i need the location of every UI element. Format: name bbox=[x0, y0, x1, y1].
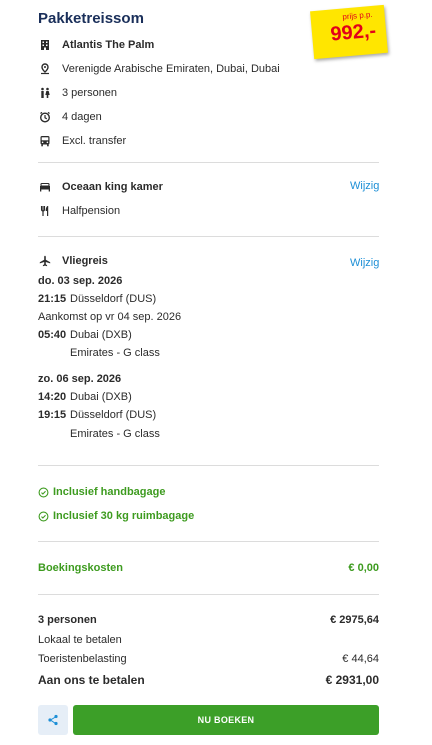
room-row: Oceaan king kamer bbox=[38, 178, 163, 196]
check-circle-icon bbox=[38, 487, 49, 498]
flight-heading: Vliegreis bbox=[62, 255, 108, 267]
check-circle-icon bbox=[38, 511, 49, 522]
return-date: zo. 06 sep. 2026 bbox=[38, 373, 122, 385]
persons-icon bbox=[38, 87, 52, 99]
outbound-dep-time: 21:15 bbox=[38, 293, 67, 305]
change-room-link[interactable]: Wijzig bbox=[350, 180, 379, 192]
outbound-arr-time: 05:40 bbox=[38, 329, 67, 341]
return-dep-time: 14:20 bbox=[38, 391, 67, 403]
divider bbox=[38, 236, 379, 237]
building-icon bbox=[38, 39, 52, 51]
return-dep-place: Dubai (DXB) bbox=[70, 391, 132, 403]
duration-text: 4 dagen bbox=[62, 111, 102, 123]
hand-baggage-text: Inclusief handbagage bbox=[53, 486, 166, 498]
hotel-row: Atlantis The Palm bbox=[38, 36, 154, 54]
divider bbox=[38, 541, 379, 542]
transfer-row: Excl. transfer bbox=[38, 132, 126, 150]
bus-icon bbox=[38, 135, 52, 147]
bed-icon bbox=[38, 181, 52, 193]
return-arr-time: 19:15 bbox=[38, 409, 67, 421]
return-arr-place: Düsseldorf (DUS) bbox=[70, 409, 157, 421]
price-amount: 992,- bbox=[329, 19, 377, 46]
airplane-icon bbox=[38, 255, 52, 267]
summary-persons-label: 3 personen bbox=[38, 614, 97, 626]
divider bbox=[38, 594, 379, 595]
divider bbox=[38, 465, 379, 466]
share-button[interactable] bbox=[38, 705, 68, 735]
book-now-button[interactable]: NU BOEKEN bbox=[73, 705, 379, 735]
outbound-dep-place: Düsseldorf (DUS) bbox=[70, 293, 157, 305]
price-sticker: prijs p.p. 992,- bbox=[310, 4, 388, 60]
tourist-tax-label: Toeristenbelasting bbox=[38, 653, 127, 665]
hold-baggage-row: Inclusief 30 kg ruimbagage bbox=[38, 510, 194, 522]
board-row: Halfpension bbox=[38, 202, 120, 220]
tourist-tax-value: € 44,64 bbox=[342, 653, 379, 665]
hold-baggage-text: Inclusief 30 kg ruimbagage bbox=[53, 510, 195, 522]
transfer-text: Excl. transfer bbox=[62, 135, 127, 147]
local-payment-label: Lokaal te betalen bbox=[38, 634, 122, 646]
outbound-arrival-note: Aankomst op vr 04 sep. 2026 bbox=[38, 311, 182, 323]
return-carrier: Emirates - G class bbox=[70, 428, 160, 440]
clock-icon bbox=[38, 111, 52, 123]
outbound-arr-place: Dubai (DXB) bbox=[70, 329, 132, 341]
share-icon bbox=[47, 714, 59, 726]
board-text: Halfpension bbox=[62, 205, 121, 217]
persons-row: 3 personen bbox=[38, 84, 117, 102]
change-flight-link[interactable]: Wijzig bbox=[350, 257, 379, 269]
location-row: Verenigde Arabische Emiraten, Dubai, Dub… bbox=[38, 60, 280, 78]
booking-costs-label: Boekingskosten bbox=[38, 562, 123, 574]
outbound-carrier: Emirates - G class bbox=[70, 347, 160, 359]
cutlery-icon bbox=[38, 205, 52, 217]
outbound-date: do. 03 sep. 2026 bbox=[38, 275, 123, 287]
divider bbox=[38, 162, 379, 163]
booking-costs-value: € 0,00 bbox=[348, 562, 379, 574]
hotel-location: Verenigde Arabische Emiraten, Dubai, Dub… bbox=[62, 63, 280, 75]
persons-text: 3 personen bbox=[62, 87, 118, 99]
flight-row: Vliegreis bbox=[38, 252, 108, 270]
room-type: Oceaan king kamer bbox=[62, 181, 163, 193]
total-label: Aan ons te betalen bbox=[38, 673, 145, 687]
total-value: € 2931,00 bbox=[325, 673, 379, 687]
map-pin-icon bbox=[38, 63, 52, 75]
hand-baggage-row: Inclusief handbagage bbox=[38, 486, 165, 498]
hotel-name: Atlantis The Palm bbox=[62, 39, 155, 51]
page-title: Pakketreissom bbox=[38, 10, 144, 27]
summary-persons-value: € 2975,64 bbox=[330, 614, 379, 626]
duration-row: 4 dagen bbox=[38, 108, 102, 126]
